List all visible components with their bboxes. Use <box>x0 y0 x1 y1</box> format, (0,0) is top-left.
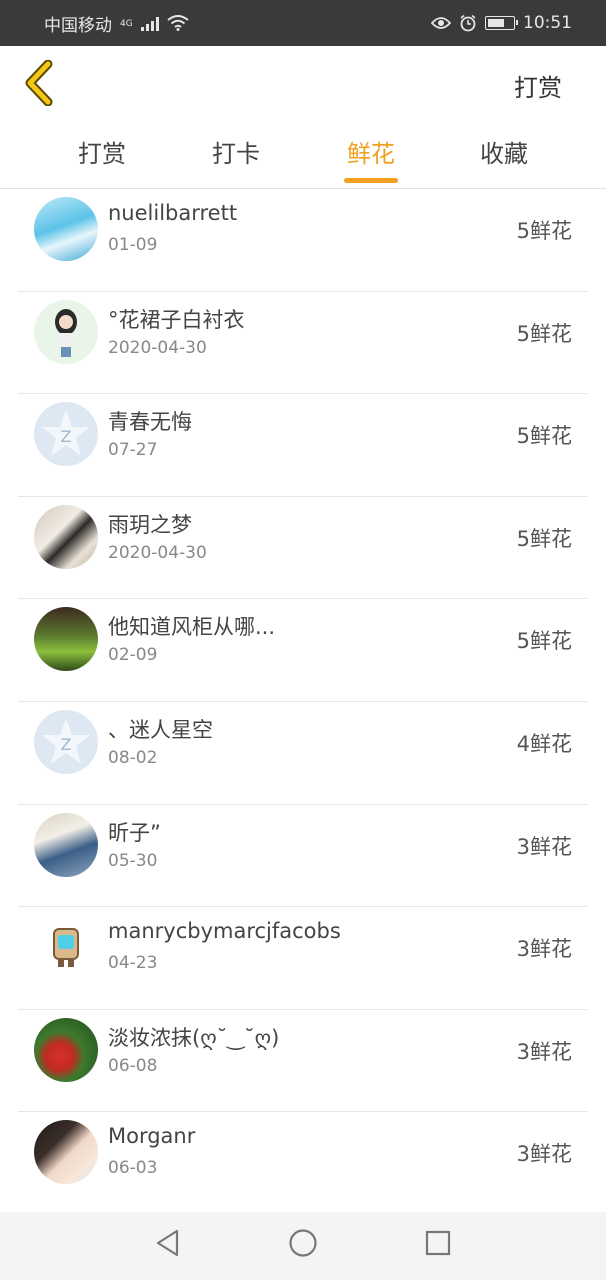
tab-reward[interactable]: 打赏 <box>76 134 128 169</box>
svg-text:Z: Z <box>61 735 72 754</box>
list-item[interactable]: 他知道风柜从哪... 02-09 5鲜花 <box>0 599 606 702</box>
tab-label: 打卡 <box>212 140 260 168</box>
reward-action-button[interactable]: 打赏 <box>514 68 562 103</box>
avatar <box>34 1017 98 1082</box>
item-date: 08-02 <box>108 747 158 768</box>
user-name: 雨玥之梦 <box>108 512 192 537</box>
active-tab-indicator <box>344 178 398 183</box>
list-item[interactable]: Z 青春无悔 07-27 5鲜花 <box>0 394 606 497</box>
signal-icon <box>140 15 159 31</box>
status-left: 中国移动 4G <box>44 11 189 36</box>
cartoon-girl-icon <box>55 308 77 357</box>
user-name: Morganr <box>108 1124 196 1149</box>
list-item[interactable]: 淡妆浓抹(ღ˘‿˘ღ) 06-08 3鲜花 <box>0 1010 606 1113</box>
chevron-left-icon <box>25 59 53 107</box>
flower-count: 5鲜花 <box>516 321 572 346</box>
alarm-icon <box>460 14 476 32</box>
flower-count: 5鲜花 <box>516 526 572 551</box>
tab-bar: 打赏 打卡 鲜花 收藏 <box>0 120 606 188</box>
nav-back-button[interactable] <box>154 1228 182 1262</box>
list-item[interactable]: nuelilbarrett 01-09 5鲜花 <box>0 189 606 292</box>
user-name: °花裙子白衬衣 <box>108 307 245 332</box>
flower-count: 3鲜花 <box>516 937 572 962</box>
tab-label: 收藏 <box>480 140 528 168</box>
user-name: 青春无悔 <box>108 410 192 435</box>
eye-icon <box>431 17 451 29</box>
tab-flowers[interactable]: 鲜花 <box>344 134 398 183</box>
item-date: 06-08 <box>108 1055 158 1076</box>
item-date: 07-27 <box>108 440 158 461</box>
avatar <box>34 299 98 364</box>
flower-count: 3鲜花 <box>516 1142 572 1167</box>
list-item[interactable]: 雨玥之梦 2020-04-30 5鲜花 <box>0 497 606 600</box>
avatar <box>34 197 98 261</box>
network-label: 4G <box>120 18 133 29</box>
item-date: 02-09 <box>108 645 158 666</box>
square-recent-icon <box>425 1230 451 1256</box>
nav-recent-button[interactable] <box>424 1228 452 1262</box>
item-date: 04-23 <box>108 953 158 974</box>
flower-count: 3鲜花 <box>516 1039 572 1064</box>
avatar: Z <box>34 709 98 774</box>
item-date: 05-30 <box>108 850 158 871</box>
item-date: 06-03 <box>108 1158 158 1179</box>
avatar <box>34 1120 98 1185</box>
avatar <box>34 915 98 980</box>
default-star-avatar-icon: Z <box>42 717 90 764</box>
triangle-back-icon <box>156 1229 179 1257</box>
clock-label: 10:51 <box>523 13 572 33</box>
status-bar: 中国移动 4G 10:51 <box>0 0 606 46</box>
avatar <box>34 607 98 672</box>
header: 打赏 <box>0 46 606 120</box>
battery-icon <box>485 16 518 30</box>
user-name: 、迷人星空 <box>108 717 213 742</box>
flower-list: nuelilbarrett 01-09 5鲜花 °花裙子白衬衣 2020-04-… <box>0 189 606 1215</box>
item-date: 01-09 <box>108 235 158 255</box>
nav-home-button[interactable] <box>288 1228 318 1262</box>
flower-count: 5鲜花 <box>516 219 572 243</box>
list-item[interactable]: Z 、迷人星空 08-02 4鲜花 <box>0 702 606 805</box>
list-item[interactable]: 昕子” 05-30 3鲜花 <box>0 805 606 908</box>
tab-favorites[interactable]: 收藏 <box>478 134 530 169</box>
tab-label: 鲜花 <box>347 140 395 168</box>
list-item[interactable]: °花裙子白衬衣 2020-04-30 5鲜花 <box>0 292 606 395</box>
user-name: manrycbymarcjfacobs <box>108 919 341 944</box>
list-item[interactable]: Morganr 06-03 3鲜花 <box>0 1112 606 1215</box>
avatar: Z <box>34 402 98 467</box>
system-nav-bar <box>0 1212 606 1280</box>
back-button[interactable] <box>22 59 58 107</box>
flower-count: 5鲜花 <box>516 424 572 449</box>
avatar <box>34 812 98 877</box>
flower-count: 5鲜花 <box>516 629 572 654</box>
user-name: nuelilbarrett <box>108 201 238 225</box>
carrier-label: 中国移动 <box>44 15 112 36</box>
status-right: 10:51 <box>431 13 572 33</box>
user-name: 昕子” <box>108 820 161 845</box>
user-name: 淡妆浓抹(ღ˘‿˘ღ) <box>108 1025 280 1050</box>
default-star-avatar-icon: Z <box>42 410 90 457</box>
user-name: 他知道风柜从哪... <box>108 615 276 640</box>
wifi-icon <box>167 15 189 31</box>
flower-count: 4鲜花 <box>516 731 572 756</box>
item-date: 2020-04-30 <box>108 337 207 358</box>
item-date: 2020-04-30 <box>108 542 207 563</box>
avatar <box>34 504 98 569</box>
circle-home-icon <box>289 1229 317 1257</box>
robot-avatar-icon <box>53 928 79 968</box>
list-item[interactable]: manrycbymarcjfacobs 04-23 3鲜花 <box>0 907 606 1010</box>
flower-count: 3鲜花 <box>516 834 572 859</box>
tab-label: 打赏 <box>78 140 126 168</box>
svg-text:Z: Z <box>61 427 72 446</box>
tab-checkin[interactable]: 打卡 <box>210 134 262 169</box>
